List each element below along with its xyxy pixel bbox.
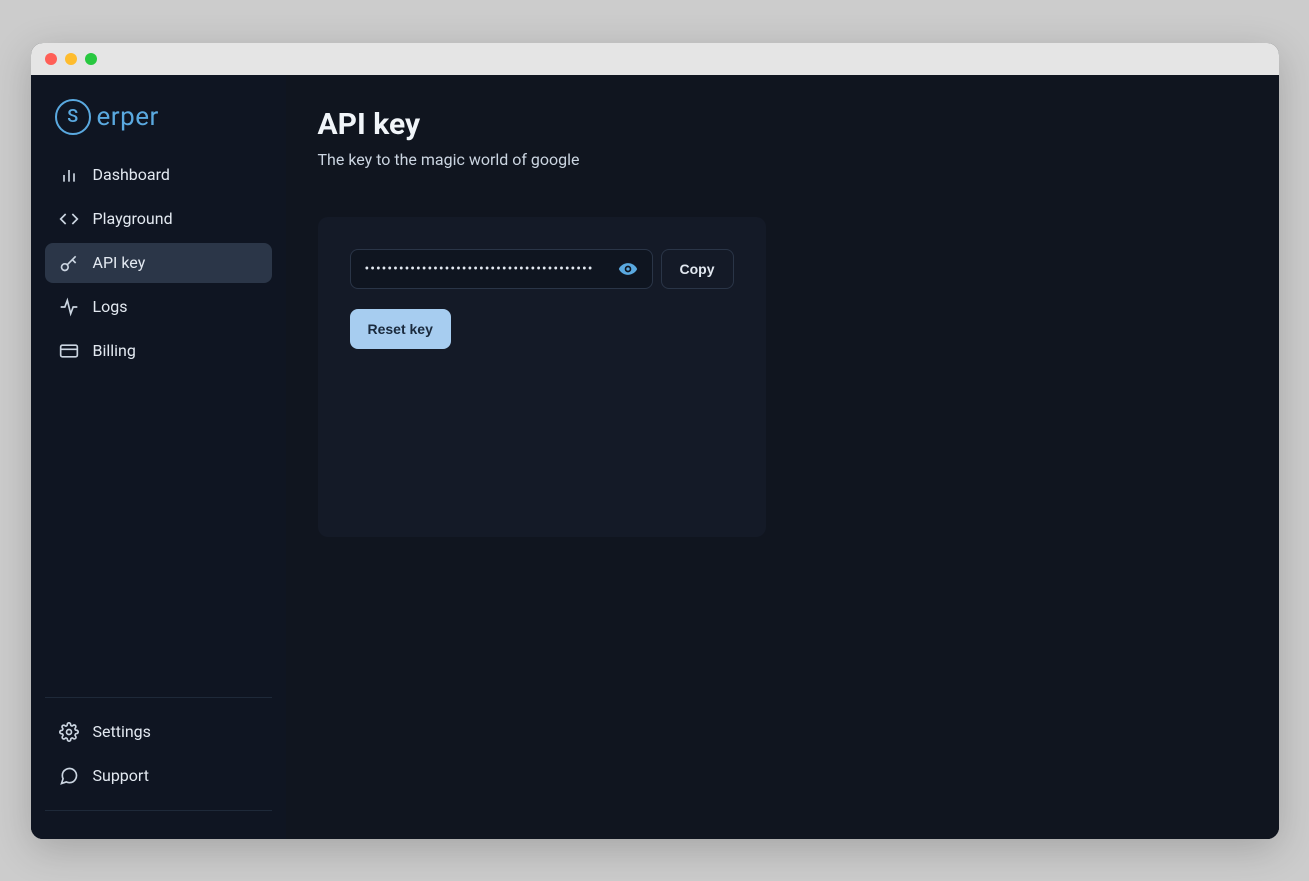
sidebar-item-logs[interactable]: Logs — [45, 287, 272, 327]
page-title: API key — [318, 107, 1247, 142]
sidebar-item-label: API key — [93, 253, 146, 272]
api-key-row: ••••••••••••••••••••••••••••••••••••••••… — [350, 249, 734, 289]
bar-chart-icon — [59, 165, 79, 185]
sidebar-item-label: Support — [93, 766, 149, 785]
api-key-card: ••••••••••••••••••••••••••••••••••••••••… — [318, 217, 766, 537]
sidebar-item-playground[interactable]: Playground — [45, 199, 272, 239]
code-icon — [59, 209, 79, 229]
window-close-button[interactable] — [45, 53, 57, 65]
key-icon — [59, 253, 79, 273]
gear-icon — [59, 722, 79, 742]
credit-card-icon — [59, 341, 79, 361]
sidebar-divider — [45, 810, 272, 811]
logo-mark-icon: S — [55, 99, 91, 135]
app-window: S erper Dashboard Playground API key — [31, 43, 1279, 839]
window-maximize-button[interactable] — [85, 53, 97, 65]
page-subtitle: The key to the magic world of google — [318, 150, 1247, 169]
sidebar-item-api-key[interactable]: API key — [45, 243, 272, 283]
sidebar-item-settings[interactable]: Settings — [45, 712, 272, 752]
api-key-field: •••••••••••••••••••••••••••••••••••••••• — [350, 249, 653, 289]
brand-logo[interactable]: S erper — [45, 93, 272, 155]
api-key-masked-value: •••••••••••••••••••••••••••••••••••••••• — [365, 261, 614, 277]
activity-icon — [59, 297, 79, 317]
reveal-key-button[interactable] — [614, 255, 642, 283]
sidebar-item-label: Settings — [93, 722, 151, 741]
eye-icon — [618, 259, 638, 279]
message-icon — [59, 766, 79, 786]
app-content: S erper Dashboard Playground API key — [31, 75, 1279, 839]
reset-key-button[interactable]: Reset key — [350, 309, 451, 349]
sidebar-item-label: Billing — [93, 341, 136, 360]
logo-text: erper — [97, 102, 159, 132]
copy-key-button[interactable]: Copy — [661, 249, 734, 289]
primary-nav: Dashboard Playground API key Logs Billin… — [45, 155, 272, 371]
sidebar-item-label: Playground — [93, 209, 173, 228]
window-titlebar — [31, 43, 1279, 75]
sidebar-item-label: Dashboard — [93, 165, 170, 184]
secondary-nav: Settings Support — [45, 712, 272, 796]
sidebar-item-label: Logs — [93, 297, 128, 316]
sidebar-item-support[interactable]: Support — [45, 756, 272, 796]
sidebar-item-dashboard[interactable]: Dashboard — [45, 155, 272, 195]
sidebar-divider — [45, 697, 272, 698]
sidebar: S erper Dashboard Playground API key — [31, 75, 286, 839]
main-content: API key The key to the magic world of go… — [286, 75, 1279, 839]
sidebar-item-billing[interactable]: Billing — [45, 331, 272, 371]
window-minimize-button[interactable] — [65, 53, 77, 65]
